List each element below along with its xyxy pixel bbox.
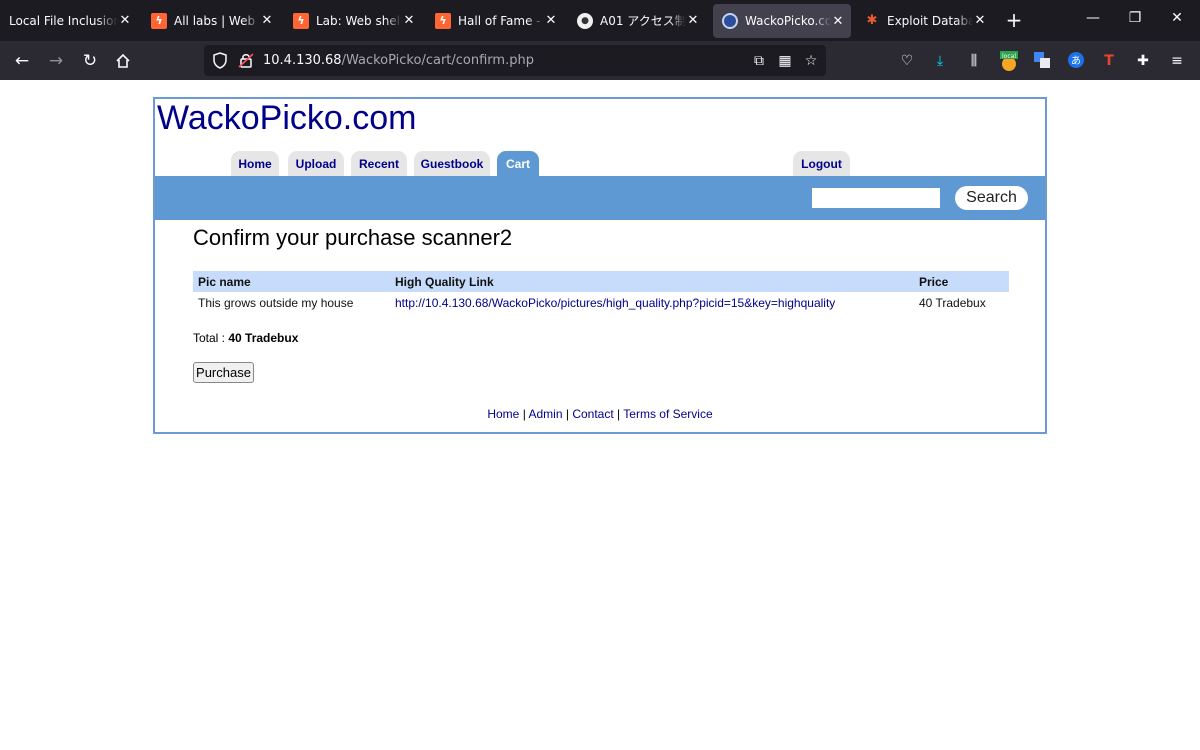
minimize-icon[interactable]: — xyxy=(1083,10,1103,26)
t-extension-icon[interactable]: T xyxy=(1099,51,1119,71)
local-badge-label: local xyxy=(1002,53,1016,60)
bolt-icon: ϟ xyxy=(293,12,309,29)
bolt-icon: ϟ xyxy=(151,12,167,29)
translator-extension-icon[interactable] xyxy=(1032,51,1052,71)
footer-contact-link[interactable]: Contact xyxy=(572,407,613,421)
insecure-lock-icon[interactable] xyxy=(238,52,254,69)
tab-title: WackoPicko.com xyxy=(745,14,831,28)
translator-alt-extension-icon[interactable]: あ xyxy=(1066,51,1086,71)
menu-logout[interactable]: Logout xyxy=(793,151,850,176)
site-container: WackoPicko.com Home Upload Recent Guestb… xyxy=(153,97,1047,434)
home-icon[interactable] xyxy=(111,49,135,73)
search-bar-strip: Search xyxy=(155,176,1045,220)
tab-exploit-database[interactable]: ✱ Exploit Database ✕ xyxy=(855,0,993,41)
forward-arrow-icon[interactable]: → xyxy=(44,49,68,73)
tab-title: All labs | Web Security Academy xyxy=(174,13,260,28)
pocket-icon[interactable]: ♡ xyxy=(897,51,917,71)
menu-recent[interactable]: Recent xyxy=(351,151,407,176)
cell-link: http://10.4.130.68/WackoPicko/pictures/h… xyxy=(390,292,914,313)
close-icon[interactable]: ✕ xyxy=(686,13,700,28)
tab-title: Hall of Fame - Web Security Academy xyxy=(458,13,544,28)
shield-icon[interactable] xyxy=(212,52,228,69)
tab-owasp-a01[interactable]: ● A01 アクセス制御の不備 ✕ xyxy=(568,0,706,41)
url-text[interactable]: 10.4.130.68/WackoPicko/cart/confirm.php xyxy=(263,53,534,68)
footer-terms-link[interactable]: Terms of Service xyxy=(623,407,712,421)
tab-title: Lab: Web shell upload xyxy=(316,13,402,28)
library-icon[interactable]: ⫼ xyxy=(964,51,984,71)
bookmark-star-icon[interactable]: ☆ xyxy=(802,52,820,70)
footer-separator: | xyxy=(565,407,569,421)
column-header-pic-name: Pic name xyxy=(193,271,390,292)
total-value: 40 Tradebux xyxy=(228,331,299,345)
svg-text:あ: あ xyxy=(1071,55,1081,67)
close-icon[interactable]: ✕ xyxy=(831,14,845,29)
total-line: Total : 40 Tradebux xyxy=(193,331,298,345)
download-icon[interactable]: ⤓ xyxy=(930,51,950,71)
browser-nav-bar: ← → ↻ 10.4.130.68/WackoPicko/cart/confir… xyxy=(0,41,1200,80)
reload-icon[interactable]: ↻ xyxy=(78,49,102,73)
footer-separator: | xyxy=(617,407,621,421)
t-extension-label: T xyxy=(1104,53,1114,69)
page-title: Confirm your purchase scanner2 xyxy=(193,225,513,250)
hamburger-menu-icon[interactable]: ≡ xyxy=(1167,51,1187,71)
tab-hall-of-fame[interactable]: ϟ Hall of Fame - Web Security Academy ✕ xyxy=(426,0,564,41)
menu-cart[interactable]: Cart xyxy=(497,151,539,176)
footer-home-link[interactable]: Home xyxy=(487,407,519,421)
address-bar[interactable]: 10.4.130.68/WackoPicko/cart/confirm.php … xyxy=(204,45,826,76)
close-icon[interactable]: ✕ xyxy=(118,13,132,28)
tab-title: Local File Inclusion (LFI) xyxy=(9,13,118,28)
qr-code-icon[interactable]: ▦ xyxy=(776,52,794,70)
menu-guestbook[interactable]: Guestbook xyxy=(414,151,490,176)
owasp-icon: ● xyxy=(577,12,593,29)
footer-links: Home | Admin | Contact | Terms of Servic… xyxy=(155,407,1045,421)
footer-separator: | xyxy=(522,407,526,421)
close-icon[interactable]: ✕ xyxy=(973,13,987,28)
close-icon[interactable]: ✕ xyxy=(260,13,274,28)
local-extension-icon[interactable]: local xyxy=(998,51,1018,71)
purchase-button[interactable]: Purchase xyxy=(193,362,254,383)
url-path: /WackoPicko/cart/confirm.php xyxy=(341,53,534,68)
window-close-icon[interactable]: ✕ xyxy=(1167,10,1187,26)
cart-table: Pic name High Quality Link Price This gr… xyxy=(193,271,1009,313)
translate-icon[interactable]: ⧉ xyxy=(750,52,768,70)
tab-title: Exploit Database xyxy=(887,13,973,28)
search-input[interactable] xyxy=(811,187,941,209)
tab-local-file-inclusion[interactable]: Local File Inclusion (LFI) ✕ xyxy=(0,0,138,41)
back-arrow-icon[interactable]: ← xyxy=(10,49,34,73)
table-row: This grows outside my house http://10.4.… xyxy=(193,292,1009,313)
column-header-price: Price xyxy=(914,271,1009,292)
wackopicko-icon xyxy=(722,13,738,29)
cell-price: 40 Tradebux xyxy=(919,295,986,310)
bolt-icon: ϟ xyxy=(435,12,451,29)
footer-admin-link[interactable]: Admin xyxy=(529,407,563,421)
site-logo[interactable]: WackoPicko.com xyxy=(157,99,416,138)
tab-wackopicko[interactable]: WackoPicko.com ✕ xyxy=(713,4,851,38)
page-viewport: WackoPicko.com Home Upload Recent Guestb… xyxy=(0,80,1200,750)
column-header-link: High Quality Link xyxy=(390,271,914,292)
table-header-row: Pic name High Quality Link Price xyxy=(193,271,1009,292)
restore-icon[interactable]: ❐ xyxy=(1125,10,1145,26)
new-tab-plus-icon[interactable]: + xyxy=(1003,9,1025,31)
tab-web-shell-upload[interactable]: ϟ Lab: Web shell upload ✕ xyxy=(284,0,422,41)
search-button[interactable]: Search xyxy=(955,186,1028,210)
cell-pic-name: This grows outside my house xyxy=(198,295,354,310)
close-icon[interactable]: ✕ xyxy=(402,13,416,28)
tab-all-labs[interactable]: ϟ All labs | Web Security Academy ✕ xyxy=(142,0,280,41)
menu-home[interactable]: Home xyxy=(231,151,279,176)
close-icon[interactable]: ✕ xyxy=(544,13,558,28)
url-host: 10.4.130.68 xyxy=(263,53,342,68)
extensions-icon[interactable]: ✚ xyxy=(1133,51,1153,71)
menu-upload[interactable]: Upload xyxy=(288,151,344,176)
exploit-db-icon: ✱ xyxy=(866,13,878,28)
total-label: Total : xyxy=(193,331,226,345)
high-quality-link[interactable]: http://10.4.130.68/WackoPicko/pictures/h… xyxy=(395,296,835,310)
browser-tab-bar: Local File Inclusion (LFI) ✕ ϟ All labs … xyxy=(0,0,1200,41)
tab-title: A01 アクセス制御の不備 xyxy=(600,14,686,28)
